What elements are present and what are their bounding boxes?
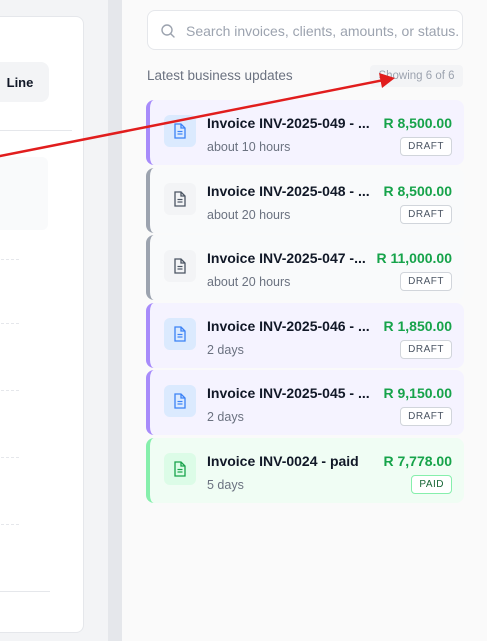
- item-title: Invoice INV-0024 - paid: [207, 452, 359, 469]
- chart-card: Line: [0, 16, 84, 633]
- list-item[interactable]: Invoice INV-2025-047 -... about 20 hours…: [146, 235, 464, 300]
- item-time: 5 days: [207, 477, 244, 492]
- item-amount: R 8,500.00: [383, 182, 453, 199]
- item-time: 2 days: [207, 342, 244, 357]
- column-gutter: [108, 0, 122, 641]
- item-amount: R 9,150.00: [383, 385, 453, 401]
- item-title: Invoice INV-2025-046 - ...: [207, 317, 370, 334]
- chart-type-line-label: Line: [6, 74, 34, 90]
- chart-type-line-button[interactable]: Line: [0, 62, 49, 102]
- chart-gridline: [0, 524, 19, 525]
- chart-gridline: [0, 457, 19, 458]
- status-badge: DRAFT: [400, 137, 452, 156]
- item-amount: R 1,850.00: [383, 317, 453, 334]
- chart-axis: [0, 591, 50, 592]
- document-icon: [164, 385, 196, 417]
- chart-gridline: [0, 323, 19, 324]
- status-badge: DRAFT: [400, 204, 452, 224]
- item-time: about 20 hours: [207, 207, 291, 222]
- updates-list: Invoice INV-2025-049 - ... about 10 hour…: [146, 100, 464, 505]
- status-badge: DRAFT: [400, 339, 452, 359]
- section-title: Latest business updates: [147, 68, 293, 83]
- document-icon: [164, 182, 196, 215]
- card-divider: [0, 130, 72, 131]
- item-time: about 10 hours: [207, 140, 291, 154]
- item-time: about 20 hours: [207, 275, 291, 289]
- chart-gridline: [0, 259, 19, 260]
- chart-summary-box: [0, 157, 48, 230]
- search-icon: [161, 24, 175, 38]
- item-amount: R 8,500.00: [383, 115, 453, 131]
- document-icon: [164, 317, 196, 350]
- item-title: Invoice INV-2025-047 -...: [207, 250, 366, 266]
- search-input[interactable]: [186, 21, 458, 41]
- document-icon: [164, 452, 196, 485]
- status-badge: DRAFT: [400, 407, 452, 426]
- item-amount: R 7,778.00: [383, 452, 453, 469]
- item-amount: R 11,000.00: [376, 250, 452, 266]
- list-item[interactable]: Invoice INV-2025-046 - ... 2 days R 1,85…: [146, 302, 464, 368]
- status-badge: DRAFT: [400, 272, 452, 291]
- document-icon: [164, 250, 196, 282]
- search-box[interactable]: [147, 10, 463, 50]
- list-item[interactable]: Invoice INV-2025-049 - ... about 10 hour…: [146, 100, 464, 165]
- list-item[interactable]: Invoice INV-0024 - paid 5 days R 7,778.0…: [146, 437, 464, 503]
- status-badge: PAID: [411, 474, 452, 494]
- chart-gridline: [0, 390, 19, 391]
- showing-count-badge: Showing 6 of 6: [370, 65, 463, 87]
- item-title: Invoice INV-2025-045 - ...: [207, 385, 370, 401]
- item-title: Invoice INV-2025-049 - ...: [207, 115, 370, 131]
- document-icon: [164, 115, 196, 147]
- item-title: Invoice INV-2025-048 - ...: [207, 182, 370, 199]
- list-item[interactable]: Invoice INV-2025-048 - ... about 20 hour…: [146, 167, 464, 233]
- list-item[interactable]: Invoice INV-2025-045 - ... 2 days R 9,15…: [146, 370, 464, 435]
- item-time: 2 days: [207, 410, 244, 424]
